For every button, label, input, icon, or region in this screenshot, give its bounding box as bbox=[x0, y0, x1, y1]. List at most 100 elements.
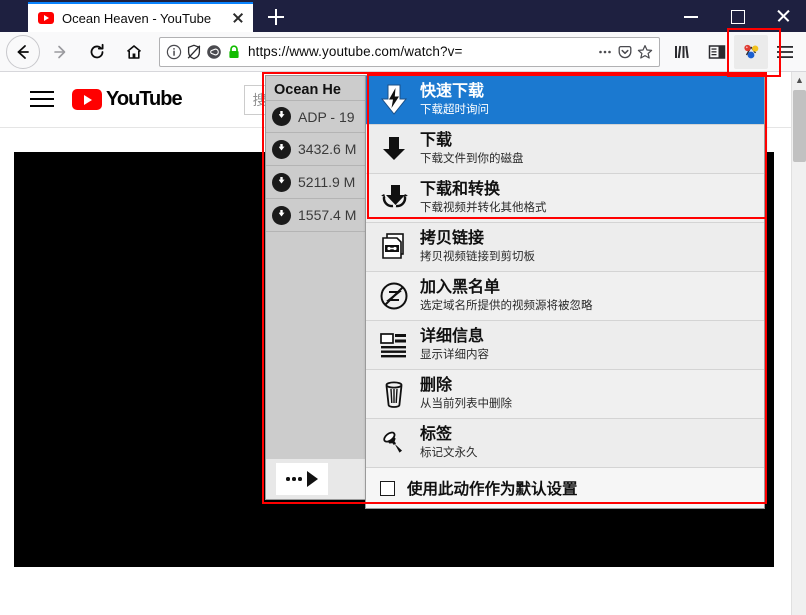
menu-item-subtitle: 显示详细内容 bbox=[420, 349, 489, 362]
menu-item-text: 详细信息 显示详细内容 bbox=[420, 327, 489, 363]
close-icon[interactable] bbox=[229, 9, 247, 27]
tracking-protection-shield-icon[interactable] bbox=[186, 44, 202, 60]
back-button-ring bbox=[6, 34, 40, 69]
pin-icon bbox=[376, 428, 412, 458]
page-info-icon[interactable] bbox=[166, 44, 182, 60]
reload-button[interactable] bbox=[80, 35, 114, 69]
address-bar[interactable]: https://www.youtube.com/watch?v= bbox=[159, 36, 660, 67]
download-circle-icon bbox=[272, 205, 291, 225]
menu-item-title: 删除 bbox=[420, 377, 453, 394]
download-circle-icon bbox=[272, 107, 291, 126]
menu-item-download[interactable]: 下载 下载文件到你的磁盘 bbox=[366, 125, 764, 174]
menu-item-copy-link[interactable]: 拷贝链接 拷贝视频链接到剪切板 bbox=[366, 223, 764, 272]
fast-download-icon bbox=[376, 83, 412, 117]
details-icon bbox=[376, 331, 412, 359]
url-text: https://www.youtube.com/watch?v= bbox=[248, 44, 463, 59]
permissions-icon[interactable] bbox=[206, 44, 222, 60]
scroll-up-arrow-icon[interactable]: ▲ bbox=[792, 72, 806, 88]
hamburger-menu-icon bbox=[777, 45, 793, 58]
address-bar-actions bbox=[597, 44, 653, 60]
menu-item-text: 下载 下载文件到你的磁盘 bbox=[420, 131, 524, 167]
star-icon[interactable] bbox=[637, 44, 653, 60]
download-item-label: 3432.6 M bbox=[298, 141, 357, 157]
download-circle-icon bbox=[272, 139, 291, 159]
library-button[interactable] bbox=[666, 35, 700, 69]
menu-item-title: 下载和转换 bbox=[420, 181, 501, 198]
library-icon bbox=[675, 45, 689, 58]
download-icon bbox=[376, 134, 412, 164]
youtube-logo[interactable]: YouTube bbox=[72, 88, 183, 111]
close-window-button[interactable] bbox=[760, 0, 806, 32]
menu-item-subtitle: 拷贝视频链接到剪切板 bbox=[420, 251, 535, 264]
back-button[interactable] bbox=[6, 34, 40, 69]
window-controls bbox=[668, 0, 806, 32]
forward-button[interactable] bbox=[43, 35, 77, 69]
trash-icon bbox=[376, 379, 412, 409]
menu-item-subtitle: 下载视频并转化其他格式 bbox=[420, 202, 547, 215]
minimize-button[interactable] bbox=[668, 0, 714, 32]
menu-item-title: 标签 bbox=[420, 426, 453, 443]
download-panel-more-button[interactable] bbox=[276, 463, 328, 495]
menu-item-subtitle: 下载文件到你的磁盘 bbox=[420, 153, 524, 166]
ellipsis-icon[interactable] bbox=[597, 44, 613, 60]
youtube-play-icon bbox=[72, 89, 102, 110]
ellipsis-icon bbox=[286, 477, 302, 481]
flashgot-context-menu: 快速下载 下载超时询问 下载 下载文件到你的磁盘 下载和转换 下载视频并转化其他… bbox=[365, 75, 765, 509]
youtube-logo-text: YouTube bbox=[106, 88, 183, 110]
toolbar-right-buttons bbox=[666, 34, 806, 69]
menu-item-title: 快速下载 bbox=[420, 83, 485, 100]
menu-item-add-to-blacklist[interactable]: 加入黑名单 选定域名所提供的视频源将被忽略 bbox=[366, 272, 764, 321]
copy-link-icon bbox=[376, 232, 412, 262]
default-action-label: 使用此动作作为默认设置 bbox=[407, 481, 578, 498]
pocket-icon[interactable] bbox=[617, 44, 633, 60]
play-icon bbox=[306, 471, 318, 487]
menu-item-details[interactable]: 详细信息 显示详细内容 bbox=[366, 321, 764, 370]
browser-tab[interactable]: Ocean Heaven - YouTube bbox=[28, 2, 253, 32]
extension-spheres-icon bbox=[744, 44, 759, 58]
menu-item-text: 删除 从当前列表中删除 bbox=[420, 376, 512, 412]
new-tab-button[interactable] bbox=[263, 4, 289, 30]
menu-item-text: 拷贝链接 拷贝视频链接到剪切板 bbox=[420, 229, 535, 265]
home-icon bbox=[126, 44, 142, 59]
menu-item-title: 加入黑名单 bbox=[420, 279, 501, 296]
guide-menu-icon[interactable] bbox=[30, 90, 54, 109]
browser-window: Ocean Heaven - YouTube https://www.youtu… bbox=[0, 0, 806, 615]
sidebar-button[interactable] bbox=[700, 35, 734, 69]
default-action-checkbox-row[interactable]: 使用此动作作为默认设置 bbox=[366, 468, 764, 508]
flashgot-extension-icon[interactable] bbox=[734, 34, 768, 69]
app-menu-button[interactable] bbox=[768, 35, 802, 69]
scrollbar-thumb[interactable] bbox=[793, 90, 806, 162]
download-circle-icon bbox=[272, 172, 291, 192]
menu-item-download-and-convert[interactable]: 下载和转换 下载视频并转化其他格式 bbox=[366, 174, 764, 223]
menu-item-subtitle: 选定域名所提供的视频源将被忽略 bbox=[420, 300, 593, 313]
menu-item-subtitle: 从当前列表中删除 bbox=[420, 398, 512, 411]
menu-item-fast-download[interactable]: 快速下载 下载超时询问 bbox=[366, 76, 764, 125]
forward-arrow-icon bbox=[54, 45, 66, 58]
lock-icon[interactable] bbox=[226, 44, 242, 60]
menu-item-title: 详细信息 bbox=[420, 328, 485, 345]
blacklist-icon bbox=[376, 281, 412, 311]
menu-item-delete[interactable]: 删除 从当前列表中删除 bbox=[366, 370, 764, 419]
page-scrollbar[interactable]: ▲ bbox=[791, 72, 806, 615]
download-item-label: ADP - 19 bbox=[298, 108, 355, 125]
maximize-button[interactable] bbox=[714, 0, 760, 32]
menu-item-title: 下载 bbox=[420, 132, 453, 149]
menu-item-text: 下载和转换 下载视频并转化其他格式 bbox=[420, 180, 547, 216]
sidebar-icon bbox=[708, 44, 726, 59]
checkbox-icon[interactable] bbox=[380, 480, 395, 496]
identity-box bbox=[166, 44, 242, 60]
download-convert-icon bbox=[376, 183, 412, 213]
menu-item-subtitle: 标记文永久 bbox=[420, 447, 478, 460]
tab-title: Ocean Heaven - YouTube bbox=[62, 10, 212, 26]
menu-item-text: 加入黑名单 选定域名所提供的视频源将被忽略 bbox=[420, 278, 593, 314]
navigation-toolbar: https://www.youtube.com/watch?v= bbox=[0, 32, 806, 72]
menu-item-text: 标签 标记文永久 bbox=[420, 425, 478, 461]
youtube-icon bbox=[38, 12, 54, 24]
menu-item-text: 快速下载 下载超时询问 bbox=[420, 82, 489, 118]
menu-item-subtitle: 下载超时询问 bbox=[420, 104, 489, 117]
menu-item-title: 拷贝链接 bbox=[420, 230, 485, 247]
menu-item-tag[interactable]: 标签 标记文永久 bbox=[366, 419, 764, 468]
home-button[interactable] bbox=[117, 35, 151, 69]
download-item-label: 1557.4 M bbox=[298, 207, 357, 223]
download-item-label: 5211.9 M bbox=[298, 174, 356, 190]
